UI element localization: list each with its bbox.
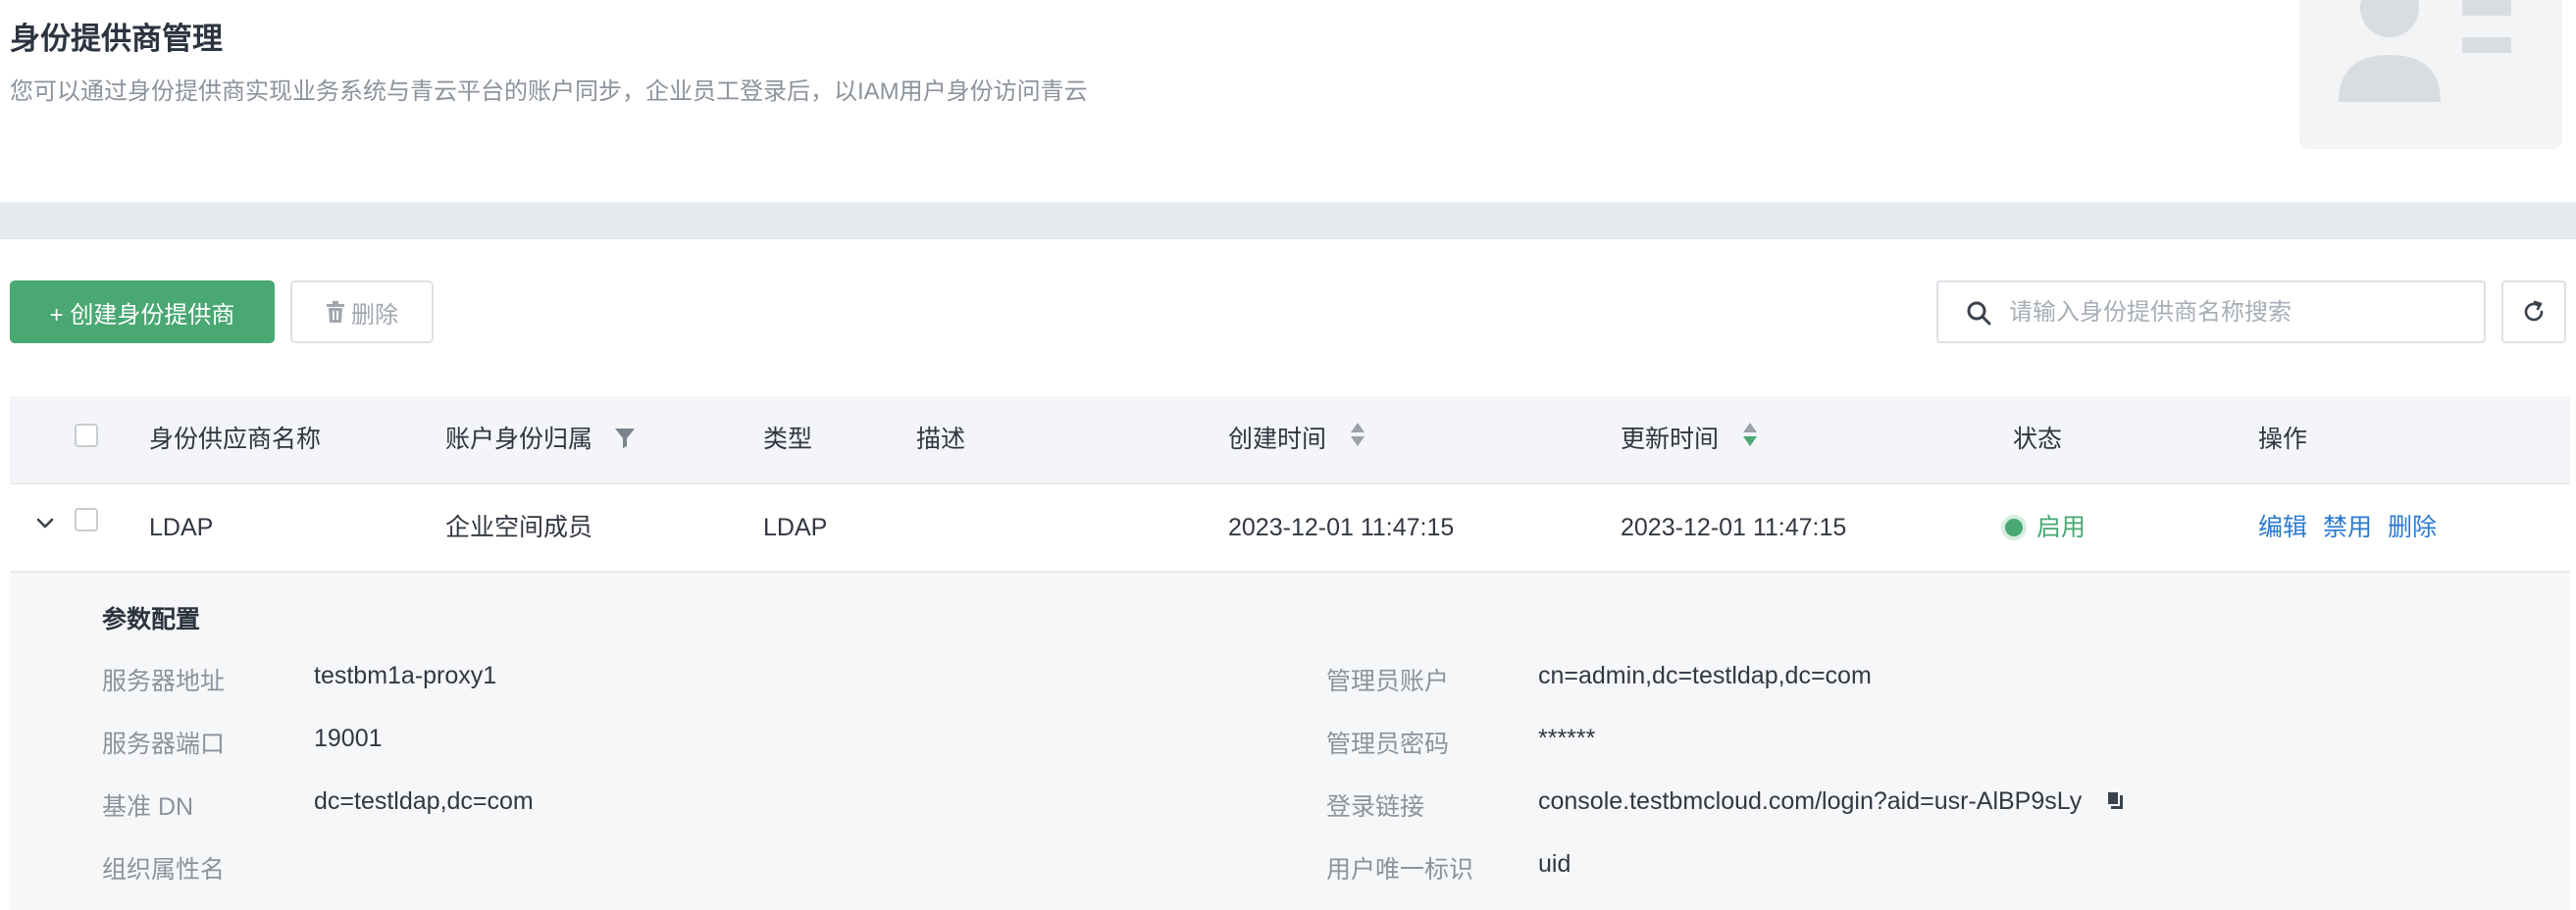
cell-created: 2023-12-01 11:47:15 bbox=[1228, 514, 1455, 541]
column-header-desc: 描述 bbox=[916, 426, 966, 453]
section-divider bbox=[0, 202, 2576, 239]
column-header-name: 身份供应商名称 bbox=[149, 426, 322, 453]
user-card-icon bbox=[2339, 0, 2511, 102]
create-provider-label: + 创建身份提供商 bbox=[49, 301, 235, 329]
refresh-button[interactable] bbox=[2501, 280, 2566, 343]
header-illustration bbox=[2299, 0, 2562, 149]
cell-belong: 企业空间成员 bbox=[445, 514, 593, 541]
sort-icon[interactable] bbox=[1741, 397, 1759, 483]
filter-icon[interactable] bbox=[614, 397, 635, 483]
delete-link[interactable]: 删除 bbox=[2388, 484, 2437, 571]
column-header-updated[interactable]: 更新时间 bbox=[1621, 396, 1759, 482]
status-dot bbox=[2005, 519, 2023, 536]
edit-link[interactable]: 编辑 bbox=[2258, 484, 2307, 571]
page-description: 您可以通过身份提供商实现业务系统与青云平台的账户同步，企业员工登录后，以IAM用… bbox=[10, 78, 1088, 105]
refresh-icon bbox=[2521, 299, 2547, 325]
detail-value-user-uid: uid bbox=[1538, 850, 1571, 878]
chevron-down-icon[interactable] bbox=[35, 514, 55, 538]
detail-value-server-address: testbm1a-proxy1 bbox=[314, 662, 497, 689]
page-title: 身份提供商管理 bbox=[10, 22, 223, 56]
detail-key-base-dn: 基准 DN bbox=[102, 793, 194, 821]
table-header: 身份供应商名称 账户身份归属 类型 描述 创建时间 更新时间 状态 操作 bbox=[10, 396, 2570, 484]
detail-key-user-uid: 用户唯一标识 bbox=[1326, 856, 1474, 884]
delete-button[interactable]: 删除 bbox=[290, 280, 434, 343]
row-detail-panel bbox=[10, 573, 2570, 910]
column-header-updated-label: 更新时间 bbox=[1621, 426, 1720, 453]
detail-title: 参数配置 bbox=[102, 606, 201, 633]
detail-key-org-attr: 组织属性名 bbox=[102, 856, 226, 884]
detail-value-admin-account: cn=admin,dc=testldap,dc=com bbox=[1538, 662, 1872, 689]
cell-updated: 2023-12-01 11:47:15 bbox=[1621, 514, 1847, 541]
select-all-checkbox[interactable] bbox=[75, 424, 98, 447]
cell-status: 启用 bbox=[2005, 484, 2152, 571]
cell-type: LDAP bbox=[763, 514, 828, 541]
detail-value-base-dn: dc=testldap,dc=com bbox=[314, 787, 534, 815]
trash-icon bbox=[326, 301, 345, 323]
search-icon bbox=[1966, 300, 1991, 330]
column-header-status: 状态 bbox=[2013, 426, 2063, 453]
detail-value-admin-password: ****** bbox=[1538, 725, 1596, 752]
column-header-type: 类型 bbox=[763, 426, 813, 453]
status-badge: 启用 bbox=[2036, 514, 2087, 541]
search-box[interactable] bbox=[1936, 280, 2486, 343]
column-header-belong: 账户身份归属 bbox=[445, 396, 635, 482]
column-header-created-label: 创建时间 bbox=[1228, 426, 1327, 453]
column-header-created[interactable]: 创建时间 bbox=[1228, 396, 1366, 482]
detail-value-server-port: 19001 bbox=[314, 725, 383, 752]
disable-link[interactable]: 禁用 bbox=[2323, 484, 2372, 571]
column-header-belong-label: 账户身份归属 bbox=[445, 426, 593, 453]
detail-key-login-link: 登录链接 bbox=[1326, 793, 1425, 821]
copy-icon[interactable] bbox=[2106, 788, 2124, 817]
detail-key-server-address: 服务器地址 bbox=[102, 668, 226, 695]
detail-key-server-port: 服务器端口 bbox=[102, 731, 226, 758]
login-link-text[interactable]: console.testbmcloud.com/login?aid=usr-Al… bbox=[1538, 787, 2082, 815]
detail-value-login-link: console.testbmcloud.com/login?aid=usr-Al… bbox=[1538, 787, 2124, 817]
column-header-actions: 操作 bbox=[2258, 426, 2308, 453]
detail-key-admin-account: 管理员账户 bbox=[1326, 668, 1450, 695]
sort-icon[interactable] bbox=[1349, 397, 1366, 483]
delete-label: 删除 bbox=[351, 301, 398, 329]
create-provider-button[interactable]: + 创建身份提供商 bbox=[10, 280, 275, 343]
table-row[interactable]: LDAP 企业空间成员 LDAP 2023-12-01 11:47:15 202… bbox=[10, 484, 2570, 573]
row-checkbox[interactable] bbox=[75, 508, 98, 531]
cell-name: LDAP bbox=[149, 514, 214, 541]
detail-key-admin-password: 管理员密码 bbox=[1326, 731, 1450, 758]
search-input[interactable] bbox=[2007, 292, 2472, 333]
